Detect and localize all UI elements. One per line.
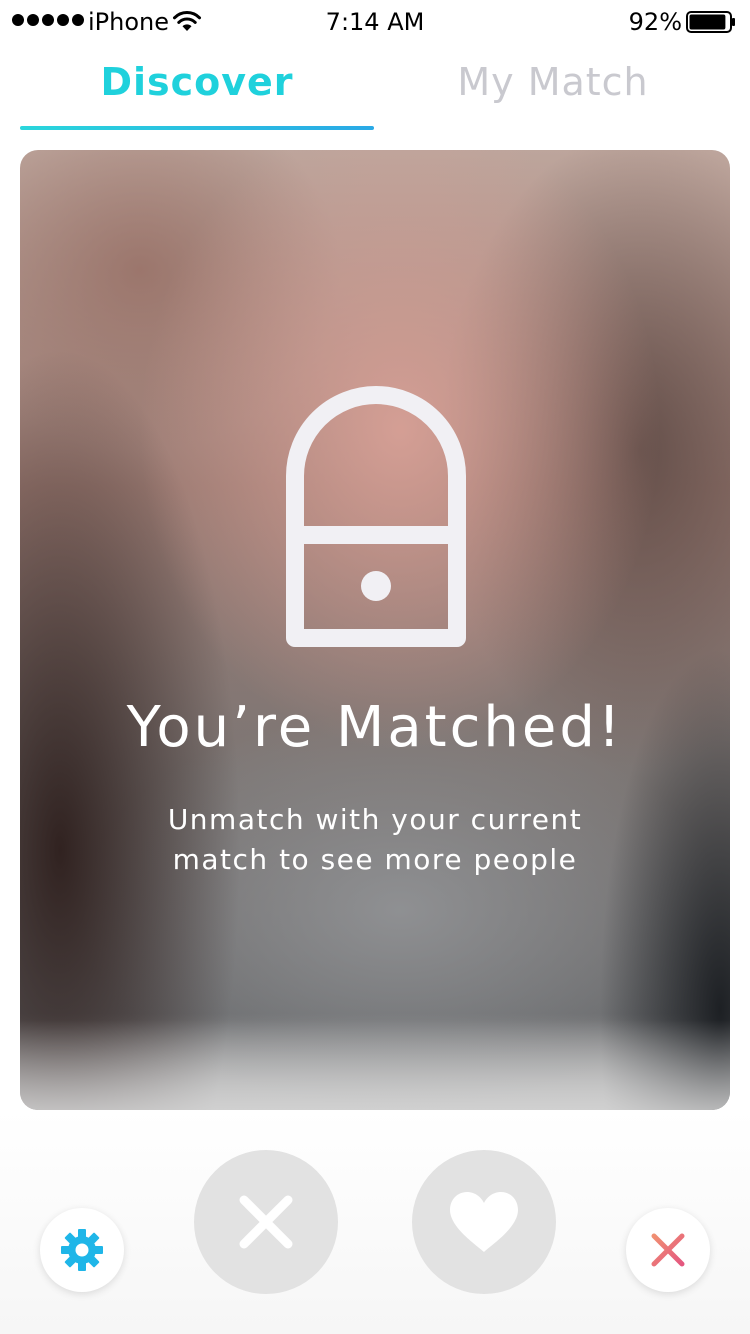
lock-icon [286,386,466,647]
heart-icon [450,1192,518,1252]
battery-icon [686,11,735,33]
close-icon [651,1233,685,1267]
close-button[interactable] [626,1208,710,1292]
battery-percent: 92% [628,8,682,36]
profile-card: You’re Matched! Unmatch with your curren… [20,150,730,1110]
active-tab-indicator [20,126,374,130]
x-icon [239,1195,293,1249]
settings-button[interactable] [40,1208,124,1292]
status-bar: iPhone 7:14 AM 92% [0,0,750,44]
matched-title: You’re Matched! [126,695,624,760]
tab-bar: Discover My Match [0,50,750,130]
matched-subtitle: Unmatch with your current match to see m… [167,803,583,876]
tab-discover[interactable]: Discover [20,60,374,104]
pass-button[interactable] [194,1150,338,1294]
tab-my-match[interactable]: My Match [376,60,730,104]
like-button[interactable] [412,1150,556,1294]
gear-icon [61,1229,103,1271]
